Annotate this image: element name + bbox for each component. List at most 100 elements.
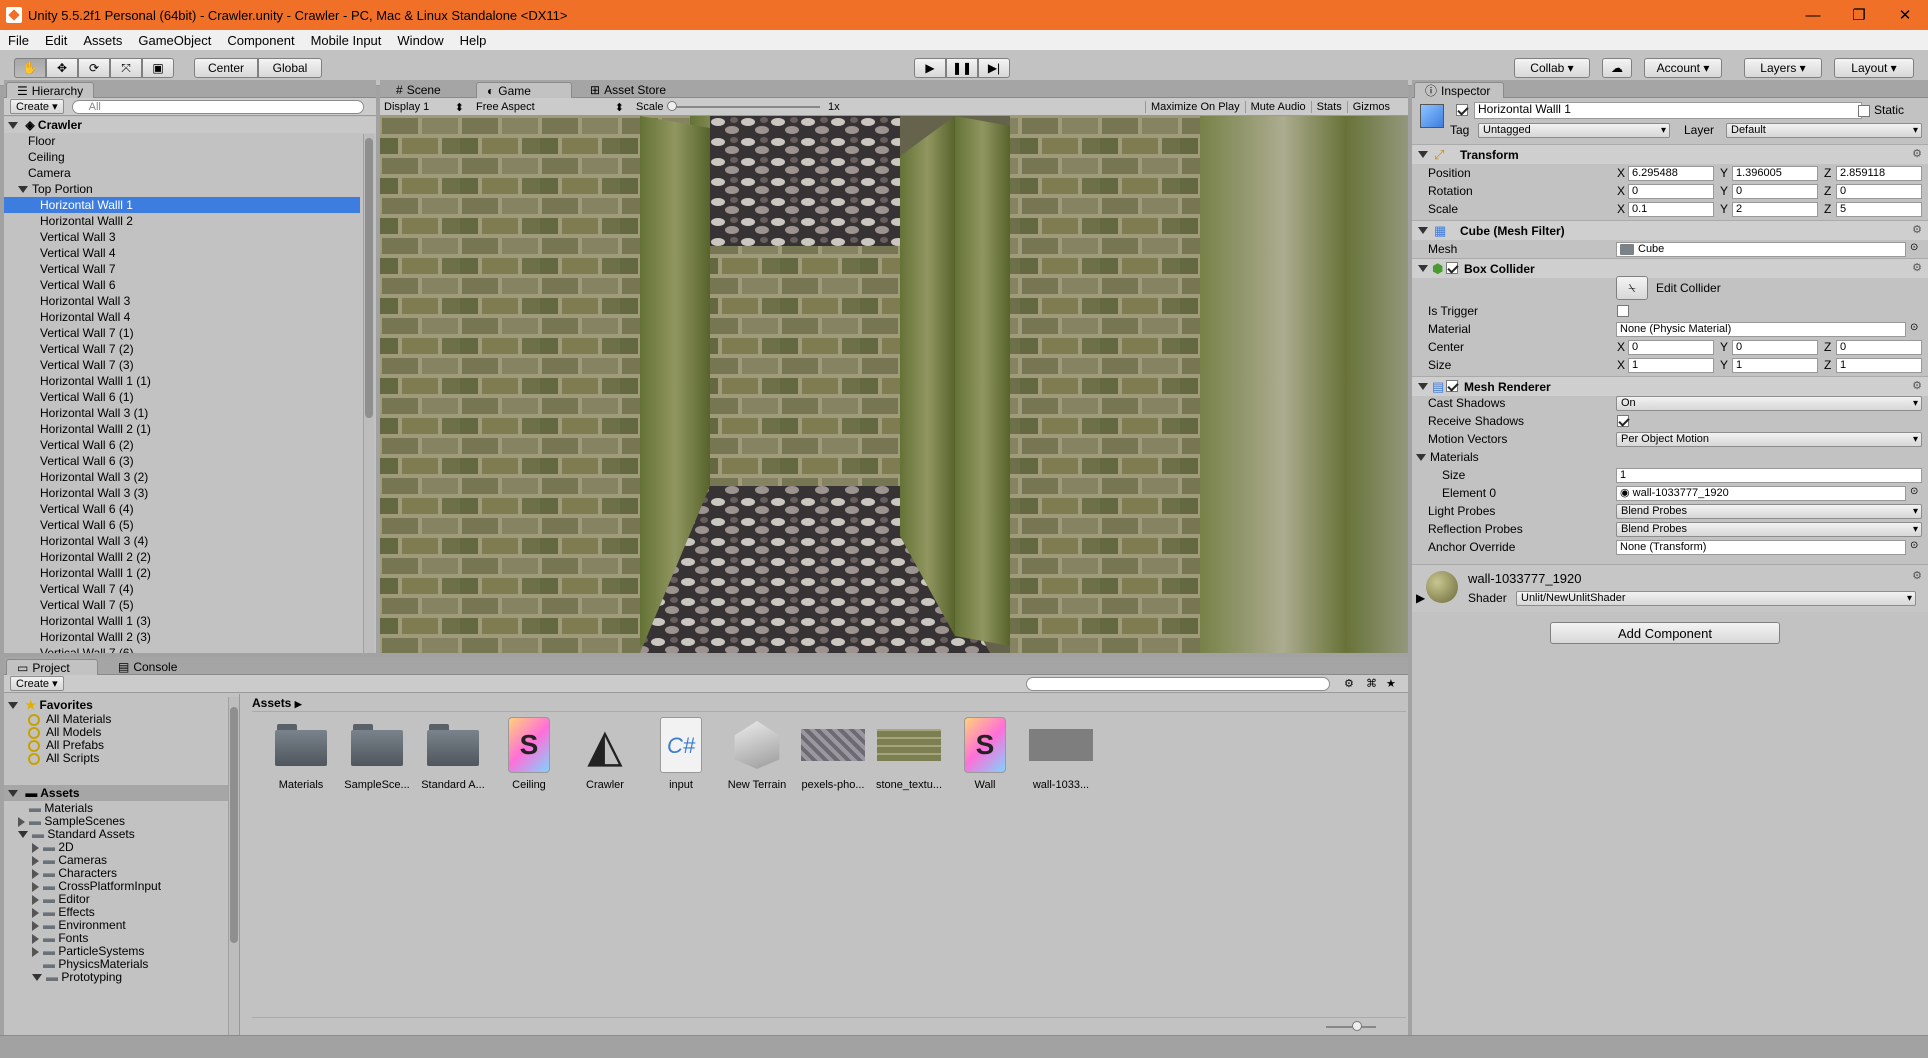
stats-toggle[interactable]: Stats bbox=[1310, 100, 1347, 113]
tab-scene[interactable]: # Scene bbox=[386, 82, 451, 98]
tab-project[interactable]: ▭ Project bbox=[6, 659, 98, 675]
favorite-item[interactable]: All Materials bbox=[4, 713, 239, 726]
hierarchy-item[interactable]: Vertical Wall 3 bbox=[4, 229, 360, 245]
object-picker-icon[interactable]: ⊙ bbox=[1910, 486, 1918, 497]
menu-assets[interactable]: Assets bbox=[75, 33, 130, 48]
menu-mobile-input[interactable]: Mobile Input bbox=[303, 33, 390, 48]
hierarchy-item[interactable]: Vertical Wall 7 (4) bbox=[4, 581, 360, 597]
hierarchy-item[interactable]: Vertical Wall 6 bbox=[4, 277, 360, 293]
pivot-global-button[interactable]: Global bbox=[258, 58, 322, 78]
breadcrumb-assets[interactable]: Assets bbox=[252, 696, 291, 710]
pivot-center-button[interactable]: Center bbox=[194, 58, 258, 78]
hierarchy-item[interactable]: Vertical Wall 7 (6) bbox=[4, 645, 360, 653]
expand-arrow-icon[interactable] bbox=[8, 702, 18, 710]
tab-asset-store[interactable]: ⊞ Asset Store bbox=[580, 82, 676, 98]
asset-item[interactable]: SampleSce... bbox=[342, 717, 412, 791]
scrollbar-thumb[interactable] bbox=[230, 707, 238, 943]
expand-arrow-icon[interactable] bbox=[32, 842, 39, 853]
element0-field[interactable]: ◉ wall-1033777_1920 bbox=[1616, 486, 1906, 501]
tree-folder-item[interactable]: ▬ Editor bbox=[4, 893, 225, 906]
expand-arrow-icon[interactable] bbox=[18, 831, 28, 839]
scale-slider[interactable] bbox=[667, 101, 820, 111]
expand-arrow-icon[interactable]: ▶ bbox=[1416, 591, 1425, 605]
rect-tool-icon[interactable]: ▣ bbox=[142, 58, 174, 78]
position-x-field[interactable]: 6.295488 bbox=[1628, 166, 1714, 181]
collapse-arrow-icon[interactable] bbox=[1418, 265, 1428, 272]
expand-arrow-icon[interactable] bbox=[8, 122, 18, 130]
component-settings-gear-icon[interactable]: ⚙ bbox=[1912, 261, 1922, 274]
hierarchy-item[interactable]: Horizontal Wall 3 (2) bbox=[4, 469, 360, 485]
project-search-input[interactable] bbox=[1026, 676, 1330, 691]
hierarchy-create-button[interactable]: Create ▾ bbox=[10, 99, 64, 114]
object-picker-icon[interactable]: ⊙ bbox=[1910, 242, 1918, 253]
hierarchy-item[interactable]: Vertical Wall 6 (4) bbox=[4, 501, 360, 517]
hierarchy-item[interactable]: Horizontal Wall 3 (3) bbox=[4, 485, 360, 501]
layers-button[interactable]: Layers ▾ bbox=[1744, 58, 1822, 78]
box-collider-header[interactable]: ⬢ Box Collider ⚙ bbox=[1412, 258, 1928, 278]
play-button[interactable]: ▶ bbox=[914, 58, 946, 78]
layout-button[interactable]: Layout ▾ bbox=[1834, 58, 1914, 78]
hierarchy-item[interactable]: Vertical Wall 6 (1) bbox=[4, 389, 360, 405]
menu-component[interactable]: Component bbox=[219, 33, 302, 48]
filter-type-icon[interactable]: ⚙ bbox=[1344, 677, 1354, 690]
is-trigger-checkbox[interactable] bbox=[1617, 305, 1629, 317]
box-collider-enabled-checkbox[interactable] bbox=[1446, 262, 1458, 274]
maximize-on-play-toggle[interactable]: Maximize On Play bbox=[1144, 100, 1245, 113]
expand-arrow-icon[interactable] bbox=[18, 186, 28, 194]
expand-arrow-icon[interactable] bbox=[8, 790, 18, 798]
center-x-field[interactable]: 0 bbox=[1628, 340, 1714, 355]
step-button[interactable]: ▶| bbox=[978, 58, 1010, 78]
scale-slider-thumb[interactable] bbox=[667, 101, 677, 111]
expand-arrow-icon[interactable] bbox=[32, 920, 39, 931]
expand-arrow-icon[interactable] bbox=[32, 907, 39, 918]
zoom-slider-thumb[interactable] bbox=[1352, 1021, 1362, 1031]
cloud-button[interactable]: ☁ bbox=[1602, 58, 1632, 78]
hierarchy-item[interactable]: Horizontal Walll 1 (2) bbox=[4, 565, 360, 581]
size-y-field[interactable]: 1 bbox=[1732, 358, 1818, 373]
asset-item[interactable]: S Ceiling bbox=[494, 717, 564, 791]
object-picker-icon[interactable]: ⊙ bbox=[1910, 540, 1918, 551]
receive-shadows-checkbox[interactable] bbox=[1617, 415, 1629, 427]
tree-scrollbar[interactable] bbox=[228, 697, 239, 1035]
hierarchy-item[interactable]: Horizontal Walll 2 bbox=[4, 213, 360, 229]
hierarchy-item[interactable]: Top Portion bbox=[4, 181, 360, 197]
tree-folder-item[interactable]: ▬ CrossPlatformInput bbox=[4, 880, 225, 893]
center-z-field[interactable]: 0 bbox=[1836, 340, 1922, 355]
filter-label-icon[interactable]: ⌘ bbox=[1366, 677, 1377, 690]
favorite-item[interactable]: All Scripts bbox=[4, 752, 239, 765]
position-y-field[interactable]: 1.396005 bbox=[1732, 166, 1818, 181]
hierarchy-item[interactable]: Horizontal Wall 4 bbox=[4, 309, 360, 325]
object-picker-icon[interactable]: ⊙ bbox=[1910, 322, 1918, 333]
asset-item[interactable]: C# input bbox=[646, 717, 716, 791]
hierarchy-item[interactable]: Horizontal Walll 1 bbox=[4, 197, 360, 213]
asset-item[interactable]: ◭ Crawler bbox=[570, 717, 640, 791]
light-probes-dropdown[interactable]: Blend Probes bbox=[1616, 504, 1922, 519]
pause-button[interactable]: ❚❚ bbox=[946, 58, 978, 78]
hierarchy-item[interactable]: Horizontal Wall 3 bbox=[4, 293, 360, 309]
hierarchy-item[interactable]: Horizontal Wall 3 (1) bbox=[4, 405, 360, 421]
display-dropdown[interactable]: Display 1 ⬍ bbox=[384, 101, 466, 114]
hierarchy-item[interactable]: Horizontal Walll 1 (3) bbox=[4, 613, 360, 629]
hierarchy-item[interactable]: Vertical Wall 6 (2) bbox=[4, 437, 360, 453]
menu-file[interactable]: File bbox=[0, 33, 37, 48]
size-z-field[interactable]: 1 bbox=[1836, 358, 1922, 373]
project-create-button[interactable]: Create ▾ bbox=[10, 676, 64, 691]
collab-button[interactable]: Collab ▾ bbox=[1514, 58, 1590, 78]
hierarchy-item[interactable]: Camera bbox=[4, 165, 360, 181]
active-checkbox[interactable] bbox=[1456, 104, 1468, 116]
asset-item[interactable]: S Wall bbox=[950, 717, 1020, 791]
tag-dropdown[interactable]: Untagged bbox=[1478, 123, 1670, 138]
asset-item[interactable]: wall-1033... bbox=[1026, 717, 1096, 791]
asset-item[interactable]: Standard A... bbox=[418, 717, 488, 791]
material-settings-gear-icon[interactable]: ⚙ bbox=[1912, 569, 1922, 582]
asset-item[interactable]: New Terrain bbox=[722, 717, 792, 791]
menu-window[interactable]: Window bbox=[389, 33, 451, 48]
hierarchy-item[interactable]: Vertical Wall 6 (3) bbox=[4, 453, 360, 469]
hierarchy-item[interactable]: Vertical Wall 7 (5) bbox=[4, 597, 360, 613]
center-y-field[interactable]: 0 bbox=[1732, 340, 1818, 355]
hierarchy-item[interactable]: Vertical Wall 7 (2) bbox=[4, 341, 360, 357]
rotate-tool-icon[interactable]: ⟳ bbox=[78, 58, 110, 78]
tab-hierarchy[interactable]: ☰ Hierarchy bbox=[6, 82, 95, 98]
expand-arrow-icon[interactable] bbox=[32, 881, 39, 892]
scale-x-field[interactable]: 0.1 bbox=[1628, 202, 1714, 217]
